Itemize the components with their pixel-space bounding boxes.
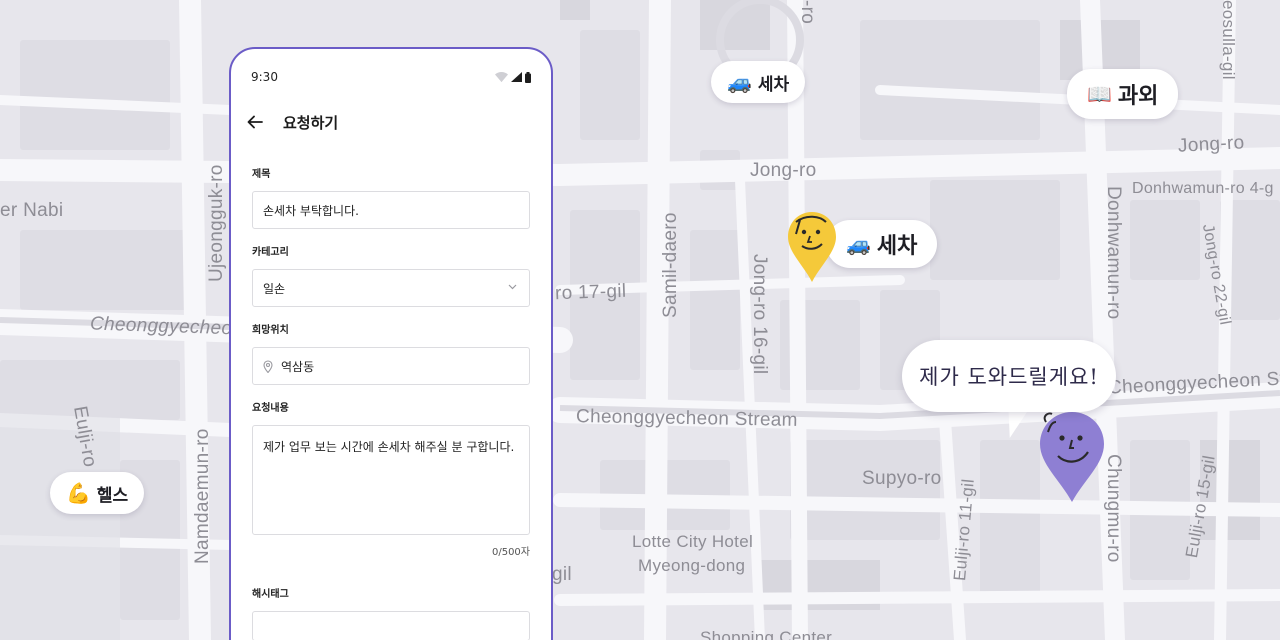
content-textarea-value: 제가 업무 보는 시간에 손세차 해주실 분 구합니다. [263,440,515,454]
hashtag-input[interactable] [252,611,530,640]
street-label: gil [552,564,572,585]
status-bar: 9:30 [231,49,551,105]
category-select-value: 일손 [263,281,286,296]
phone-frame: 9:30 요청하기 제목 손세차 부탁합니다. 카테고리 일손 희망위치 역삼동… [229,47,553,640]
status-time: 9:30 [251,70,278,84]
arrow-left-icon [247,115,263,129]
car-icon: 🚙 [727,70,752,94]
street-label: Donhwamun-ro 4-g [1132,180,1274,197]
chip-label: 헬스 [96,485,129,506]
street-label: ro 17-gil [554,280,627,305]
chip-label: 세차 [876,234,918,259]
street-label: Namdaemun-ro [192,428,213,564]
category-label: 카테고리 [252,247,289,258]
wifi-icon [495,72,508,82]
category-chip-carwash-selected[interactable]: 🚙 세차 [826,220,938,268]
street-label: Jong-ro 16-gil [749,254,770,375]
page-title: 요청하기 [283,113,339,132]
location-input[interactable]: 역삼동 [252,347,530,385]
street-label: Ujeongguk-ro [206,164,227,282]
category-chip-tutoring[interactable]: 📖 과외 [1067,69,1179,119]
chip-label: 세차 [757,74,790,95]
chip-label: 과외 [1117,84,1159,109]
category-select[interactable]: 일손 [252,269,530,307]
map-pin-purple[interactable] [1038,408,1106,504]
poi-label: Myeong-dong [638,556,746,575]
content-char-counter: 0/500자 [491,547,530,558]
status-icons [495,71,531,83]
title-input[interactable]: 손세차 부탁합니다. [252,191,530,229]
location-label: 희망위치 [252,325,289,336]
street-label: Jong-ro [1177,132,1246,157]
request-form: 제목 손세차 부탁합니다. 카테고리 일손 희망위치 역삼동 요청내용 제가 업… [231,169,551,640]
signal-icon [511,72,522,82]
location-input-value: 역삼동 [281,359,315,374]
content-label: 요청내용 [252,403,289,414]
app-header: 요청하기 [231,105,551,139]
book-icon: 📖 [1087,82,1112,106]
street-label: eosulla-gil [1219,0,1238,80]
category-chip-carwash[interactable]: 🚙 세차 [711,61,806,103]
category-chip-fitness[interactable]: 💪 헬스 [50,472,145,514]
speech-bubble: 제가 도와드릴게요! [902,340,1116,412]
battery-icon [525,71,531,83]
street-label: Samil-daero [660,212,681,318]
chevron-down-icon [508,284,517,290]
muscle-icon: 💪 [66,481,91,505]
street-label: Supyo-ro [862,468,942,489]
car-icon: 🚙 [846,232,871,256]
content-textarea[interactable]: 제가 업무 보는 시간에 손세차 해주실 분 구합니다. [252,425,530,535]
map-pin-yellow[interactable] [786,210,838,284]
location-pin-icon [263,359,273,373]
title-label: 제목 [252,169,271,180]
street-label: Donhwamun-ro [1103,186,1124,320]
street-label: -ro [797,0,818,25]
hashtag-label: 해시태그 [252,589,289,600]
street-label: Jong-ro [750,160,817,181]
street-label: er Nabi [0,200,64,221]
poi-label: Lotte City Hotel [632,532,754,551]
speech-bubble-text: 제가 도와드릴게요! [919,365,1099,389]
title-input-value: 손세차 부탁합니다. [263,203,359,218]
street-label: Cheonggyecheon Stream [575,406,798,431]
poi-label: Shopping Center [700,628,833,640]
back-button[interactable] [245,112,265,132]
